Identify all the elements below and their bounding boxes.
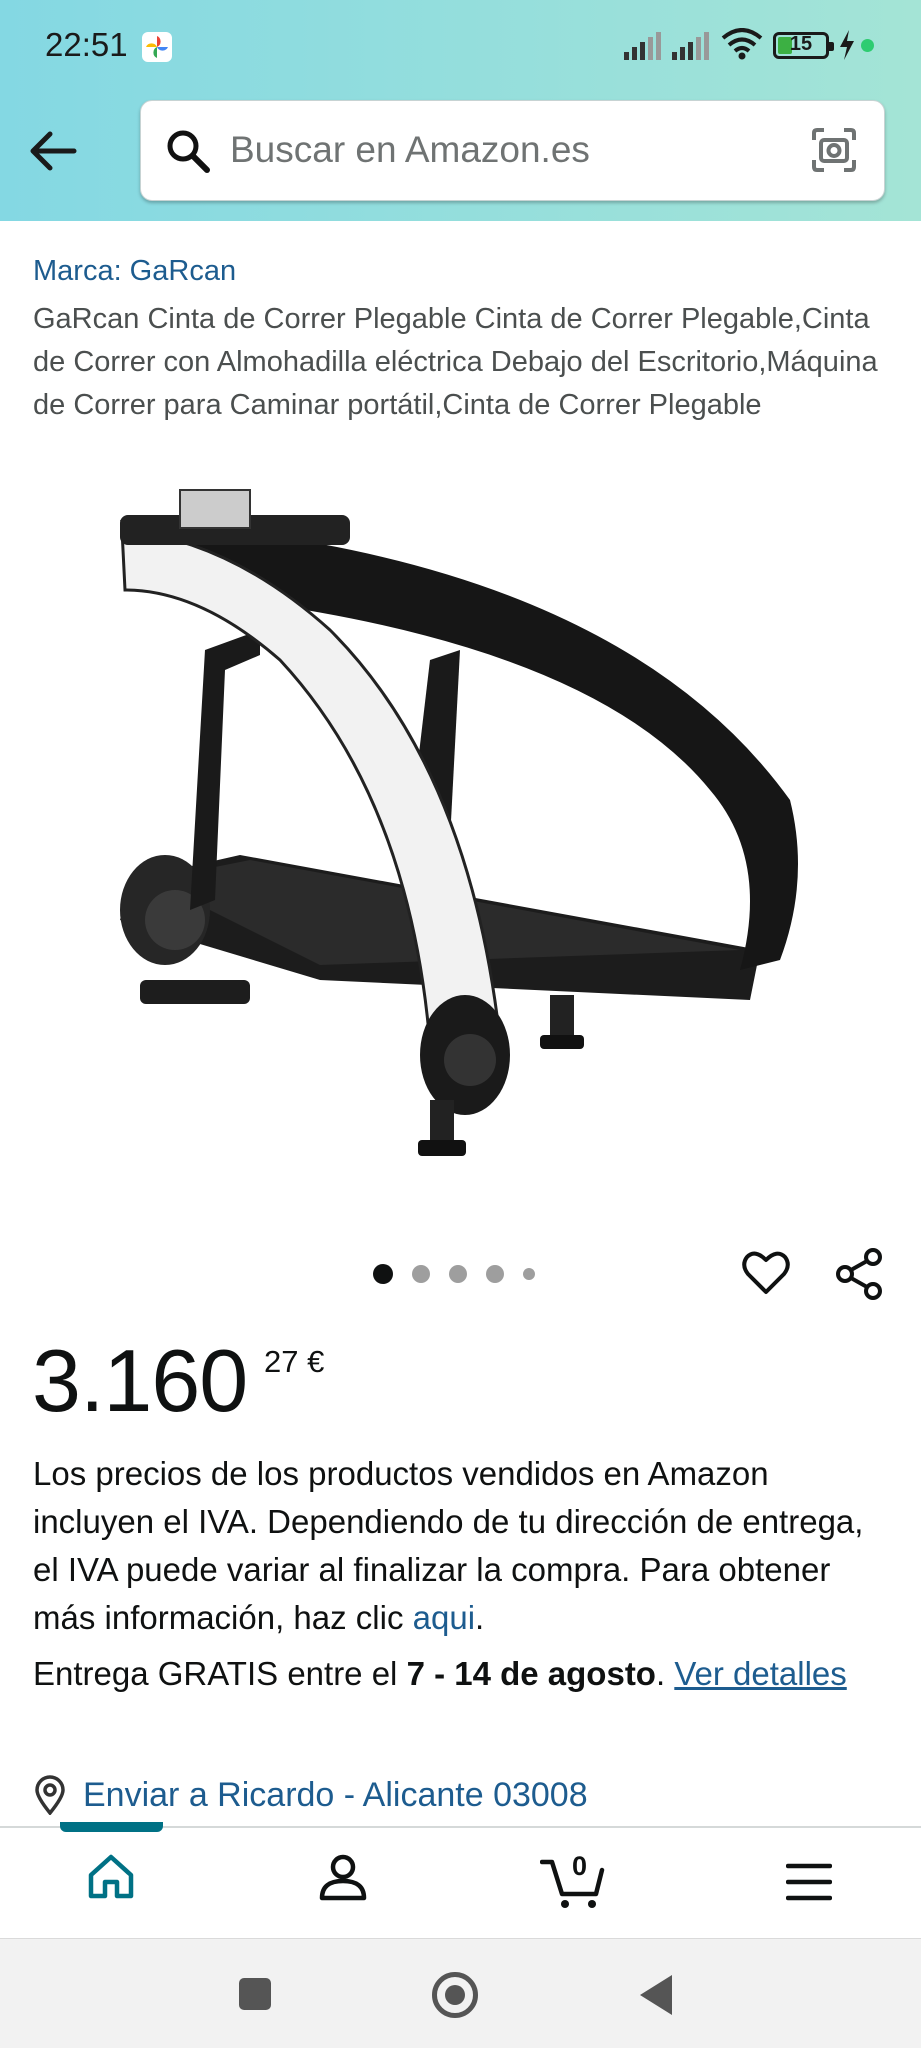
notification-dot bbox=[861, 39, 874, 52]
account-icon[interactable] bbox=[318, 1852, 368, 1902]
product-image[interactable] bbox=[110, 480, 830, 1180]
arrow-left-icon[interactable] bbox=[24, 122, 80, 178]
carousel-dot[interactable] bbox=[412, 1265, 430, 1283]
delivery-info: Entrega GRATIS entre el 7 - 14 de agosto… bbox=[33, 1655, 847, 1692]
carousel-dot[interactable] bbox=[373, 1264, 393, 1284]
status-bar: 22:51 15 bbox=[0, 0, 921, 92]
menu-icon[interactable] bbox=[786, 1862, 832, 1902]
system-back-icon[interactable] bbox=[640, 1975, 672, 2015]
search-input[interactable]: Buscar en Amazon.es bbox=[230, 129, 590, 171]
carousel-dot[interactable] bbox=[449, 1265, 467, 1283]
share-icon[interactable] bbox=[835, 1247, 885, 1301]
home-icon[interactable] bbox=[86, 1852, 136, 1902]
battery-level: 15 bbox=[789, 33, 813, 55]
cart-count: 0 bbox=[572, 1851, 588, 1881]
ship-to-link[interactable]: Enviar a Ricardo - Alicante 03008 bbox=[33, 1775, 588, 1815]
delivery-dates: 7 - 14 de agosto bbox=[406, 1655, 656, 1692]
price-whole: 3.160 bbox=[32, 1331, 248, 1430]
nav-active-indicator bbox=[60, 1822, 163, 1832]
recents-icon[interactable] bbox=[239, 1978, 271, 2010]
search-bar[interactable]: Buscar en Amazon.es bbox=[140, 100, 885, 201]
signal-icon bbox=[624, 32, 661, 60]
photos-icon bbox=[142, 32, 172, 62]
vat-notice: Los precios de los productos vendidos en… bbox=[33, 1455, 864, 1636]
system-home-icon[interactable] bbox=[432, 1972, 478, 2018]
search-icon bbox=[167, 130, 210, 173]
wifi-icon bbox=[721, 28, 763, 60]
location-pin-icon bbox=[35, 1775, 65, 1815]
charging-icon bbox=[840, 30, 854, 60]
price: 3.160 27 € bbox=[32, 1330, 324, 1432]
battery-icon: 15 bbox=[773, 32, 834, 59]
header-bar: 22:51 15 Buscar en Amazon.es bbox=[0, 0, 921, 221]
vat-info-link[interactable]: aqui bbox=[413, 1599, 475, 1636]
brand-link[interactable]: Marca: GaRcan bbox=[33, 255, 236, 288]
carousel-dot[interactable] bbox=[486, 1265, 504, 1283]
delivery-details-link[interactable]: Ver detalles bbox=[674, 1655, 846, 1692]
status-time: 22:51 bbox=[45, 26, 128, 63]
image-carousel-dots bbox=[373, 1263, 554, 1285]
signal-icon bbox=[672, 32, 709, 60]
product-title: GaRcan Cinta de Correr Plegable Cinta de… bbox=[33, 303, 878, 421]
camera-search-icon[interactable] bbox=[809, 125, 859, 175]
heart-icon[interactable] bbox=[741, 1248, 791, 1298]
price-fraction-currency: 27 € bbox=[264, 1344, 325, 1379]
ship-to-text: Enviar a Ricardo - Alicante 03008 bbox=[83, 1775, 588, 1814]
bottom-nav bbox=[0, 1826, 921, 1938]
carousel-dot[interactable] bbox=[523, 1268, 535, 1280]
